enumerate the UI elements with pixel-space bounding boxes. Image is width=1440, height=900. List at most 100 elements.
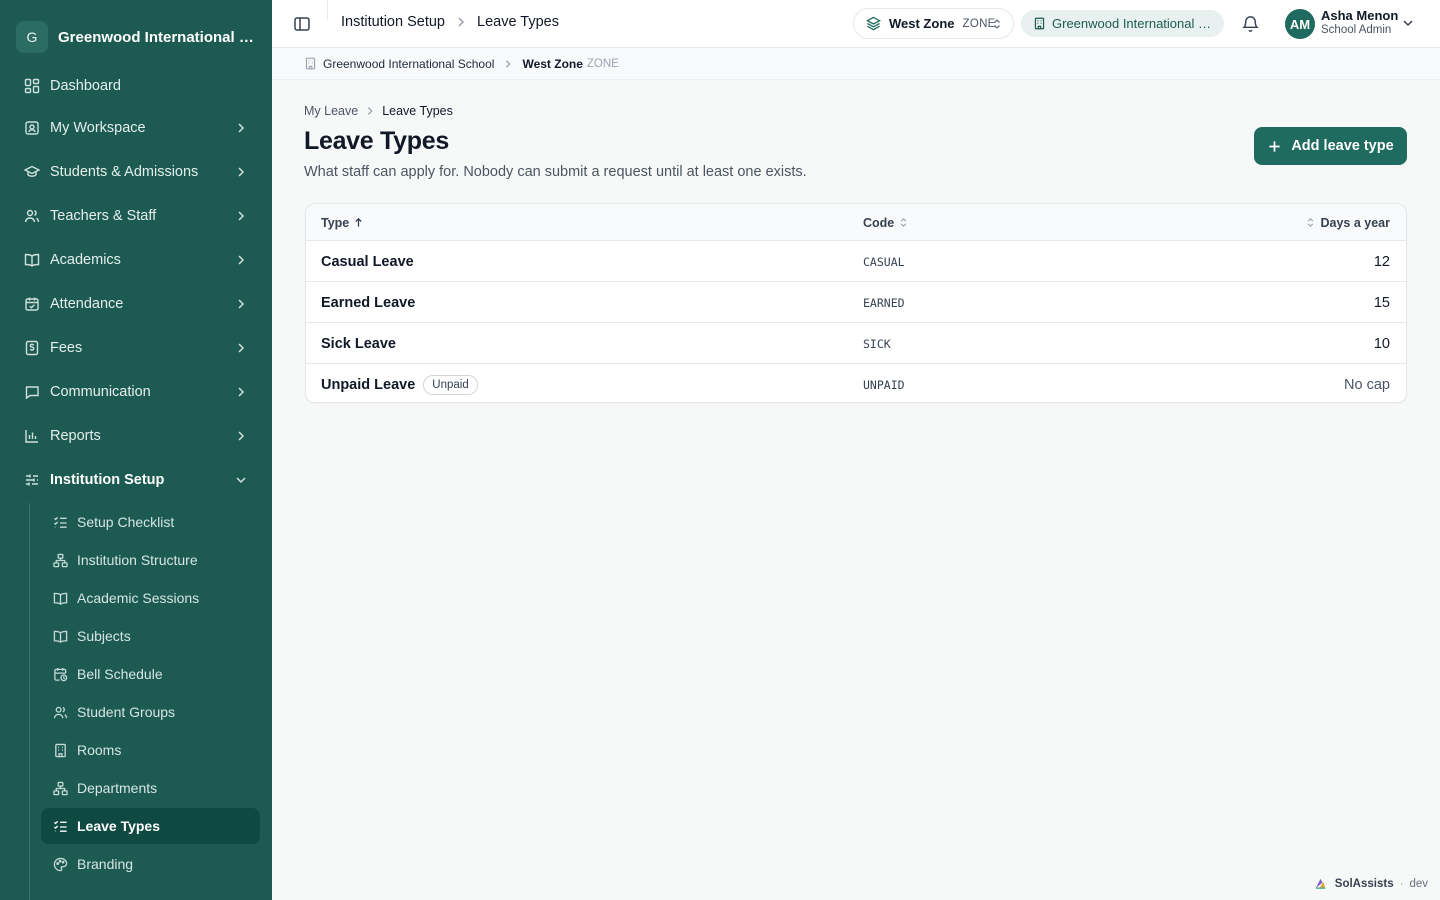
sort-ascending-icon — [355, 217, 362, 227]
chevron-right-icon — [368, 107, 373, 115]
zone-switcher[interactable]: West Zone ZONE — [853, 8, 1014, 39]
page-subtitle: What staff can apply for. Nobody can sub… — [304, 164, 807, 180]
sidebar-subitem-branding[interactable]: Branding — [41, 846, 260, 882]
layers-icon — [866, 16, 881, 31]
column-header-type[interactable]: Type — [321, 204, 364, 241]
cell-type-group: Unpaid Leave Unpaid — [321, 364, 478, 402]
cell-type: Casual Leave — [321, 253, 414, 270]
cell-type: Sick Leave — [321, 335, 396, 352]
cell-code: SICK — [863, 336, 891, 351]
book-icon — [24, 253, 40, 267]
user-role: School Admin — [1321, 24, 1392, 36]
sidebar-subitem-label: Bell Schedule — [77, 666, 163, 682]
chevron-right-icon — [238, 299, 245, 309]
dollar-receipt-icon — [25, 340, 39, 356]
school-pill-label: Greenwood International School — [1052, 16, 1217, 31]
sliders-icon — [26, 474, 38, 486]
unpaid-badge: Unpaid — [423, 374, 478, 395]
chevron-down-icon — [236, 477, 246, 484]
breadcrumb-current: Leave Types — [382, 104, 453, 118]
footer-env: dev — [1409, 877, 1428, 890]
book-icon — [53, 592, 68, 605]
sidebar-item-fees[interactable]: Fees — [12, 330, 260, 366]
sidebar-subitem-label: Departments — [77, 780, 158, 796]
sidebar-subitem-institution-structure[interactable]: Institution Structure — [41, 542, 260, 578]
message-icon — [25, 386, 39, 400]
sidebar-subitem-departments[interactable]: Departments — [41, 770, 260, 806]
chevron-right-icon — [238, 387, 245, 397]
table-row[interactable]: Earned Leave EARNED 15 — [306, 282, 1406, 323]
sidebar-item-attendance[interactable]: Attendance — [12, 286, 260, 322]
plus-icon — [1269, 140, 1280, 152]
top-bar: Institution Setup Leave Types West Zone … — [272, 0, 1440, 48]
footer: SolAssists · dev — [1314, 877, 1428, 890]
cell-type: Earned Leave — [321, 294, 416, 311]
column-header-code[interactable]: Code — [863, 204, 909, 241]
sidebar-item-my-workspace[interactable]: My Workspace — [12, 110, 260, 146]
sidebar-subitem-label: Subjects — [77, 628, 131, 644]
school-name: Greenwood International School — [58, 28, 256, 46]
sort-icon — [901, 217, 907, 228]
chevron-right-icon — [238, 211, 245, 221]
breadcrumb-link[interactable]: My Leave — [304, 104, 358, 118]
building-icon — [55, 743, 66, 757]
sidebar-item-students-admissions[interactable]: Students & Admissions — [12, 154, 260, 190]
scope-school[interactable]: Greenwood International School — [323, 57, 494, 71]
sidebar-item-communication[interactable]: Communication — [12, 374, 260, 410]
cell-days: 10 — [1373, 335, 1390, 352]
sidebar-subitem-setup-checklist[interactable]: Setup Checklist — [41, 504, 260, 540]
sidebar-item-academics[interactable]: Academics — [12, 242, 260, 278]
chevron-down-icon[interactable] — [1401, 16, 1415, 30]
sidebar-item-dashboard[interactable]: Dashboard — [12, 68, 260, 104]
sidebar: G Greenwood International School Dashboa… — [0, 0, 272, 900]
sidebar-item-reports[interactable]: Reports — [12, 418, 260, 454]
calendar-clock-icon — [54, 667, 68, 681]
sidebar-item-institution-setup[interactable]: Institution Setup — [12, 462, 260, 498]
sidebar-subitem-academic-sessions[interactable]: Academic Sessions — [41, 580, 260, 616]
sidebar-item-teachers-staff[interactable]: Teachers & Staff — [12, 198, 260, 234]
school-switcher[interactable]: G Greenwood International School — [16, 20, 262, 54]
avatar[interactable]: AM — [1285, 9, 1315, 39]
sidebar-subitem-student-groups[interactable]: Student Groups — [41, 694, 260, 730]
list-checks-icon — [53, 516, 67, 528]
bell-icon[interactable] — [1241, 14, 1260, 33]
bar-chart-icon — [25, 430, 38, 443]
sidebar-subitem-label: Setup Checklist — [77, 514, 175, 530]
scope-zone-tag: ZONE — [586, 57, 619, 70]
chevron-right-icon — [238, 255, 245, 265]
table-row[interactable]: Unpaid Leave Unpaid UNPAID No cap — [306, 364, 1406, 402]
table-row[interactable]: Casual Leave CASUAL 12 — [306, 241, 1406, 282]
sidebar-item-label: Academics — [50, 252, 121, 268]
sidebar-item-label: Reports — [50, 428, 101, 444]
sidebar-subitem-rooms[interactable]: Rooms — [41, 732, 260, 768]
cell-days: No cap — [1344, 376, 1390, 393]
sidebar-subitem-subjects[interactable]: Subjects — [41, 618, 260, 654]
palette-icon — [53, 857, 68, 871]
sidebar-item-label: Teachers & Staff — [50, 208, 157, 224]
sidebar-subitem-leave-types[interactable]: Leave Types — [41, 808, 260, 844]
dashboard-icon — [24, 78, 40, 94]
user-name[interactable]: Asha Menon — [1321, 8, 1398, 23]
table-header: Type Code Days a year — [306, 204, 1406, 241]
calendar-check-icon — [25, 297, 39, 311]
building-icon — [305, 57, 316, 70]
sidebar-subitem-bell-schedule[interactable]: Bell Schedule — [41, 656, 260, 692]
school-pill[interactable]: Greenwood International School — [1021, 10, 1224, 37]
sidebar-item-label: Attendance — [50, 296, 124, 312]
table-row[interactable]: Sick Leave SICK 10 — [306, 323, 1406, 364]
leave-types-table: Type Code Days a year Casual Leave CASUA… — [305, 203, 1407, 403]
cell-code: CASUAL — [863, 254, 905, 269]
sidebar-toggle-icon[interactable] — [292, 14, 312, 34]
sidebar-item-label: Fees — [50, 340, 83, 356]
top-breadcrumb: Institution Setup Leave Types — [341, 14, 559, 30]
list-checks-icon — [53, 820, 67, 832]
badge-icon — [25, 121, 39, 135]
chevron-right-icon — [458, 17, 465, 27]
chevron-right-icon — [238, 123, 245, 133]
column-header-days[interactable]: Days a year — [1305, 204, 1390, 241]
building-icon — [1034, 17, 1045, 30]
add-leave-type-button[interactable]: Add leave type — [1254, 127, 1407, 165]
cell-days: 15 — [1373, 294, 1390, 311]
top-breadcrumb-item[interactable]: Institution Setup — [341, 14, 445, 30]
footer-separator: · — [1399, 877, 1404, 890]
